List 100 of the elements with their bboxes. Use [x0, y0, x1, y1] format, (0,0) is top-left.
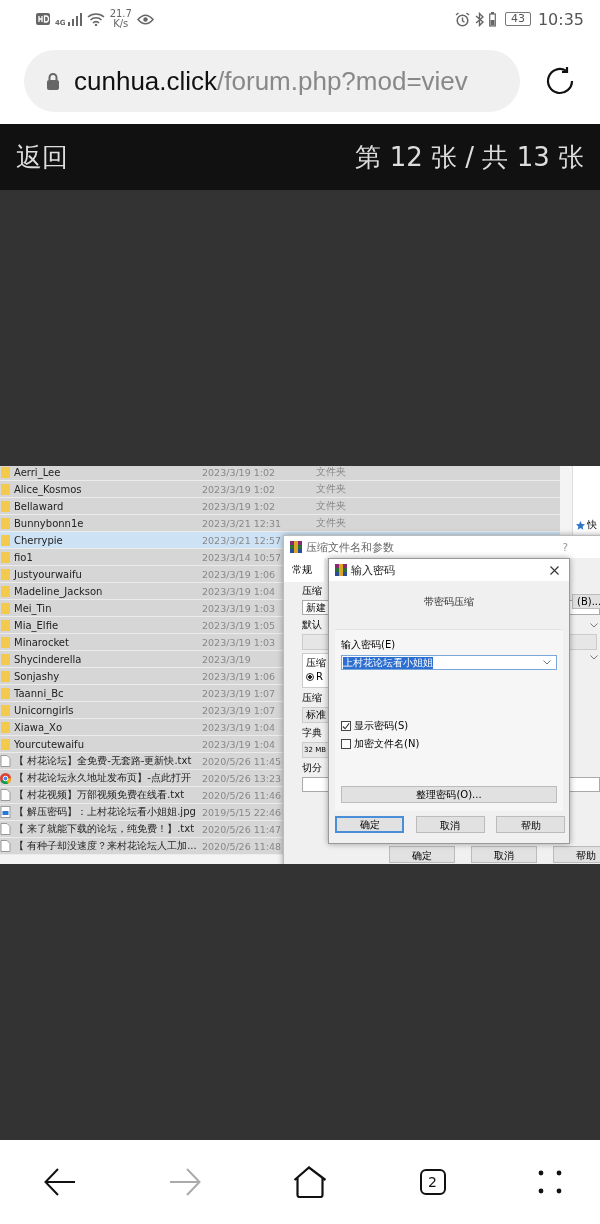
folder-icon: [0, 568, 11, 580]
file-type: 文件夹: [316, 482, 346, 496]
field-label: 切分: [302, 761, 322, 774]
image-counter: 第 12 张 / 共 13 张: [355, 140, 584, 174]
file-row[interactable]: Alice_Kosmos 2023/3/19 1:02 文件夹: [0, 481, 560, 498]
field-label: 压缩: [302, 584, 322, 597]
folder-icon: [0, 704, 11, 716]
field-label: 默认: [302, 618, 322, 631]
chevron-icon: [590, 655, 598, 660]
file-name: Madeline_Jackson: [13, 585, 104, 597]
file-name: Mia_Elfie: [13, 619, 60, 631]
file-type: 文件夹: [316, 499, 346, 513]
address-bar[interactable]: cunhua.click/forum.php?mod=viev: [24, 50, 520, 112]
file-name: 【 村花视频】万部视频免费在线看.txt: [13, 788, 186, 802]
document-icon: [0, 755, 11, 767]
file-name: Shycinderella: [13, 653, 83, 665]
file-name: 【 村花论坛永久地址发布页】-点此打开: [13, 771, 192, 785]
wifi-icon: [86, 12, 105, 26]
field-label: 压缩: [302, 691, 322, 704]
folder-icon: [0, 602, 11, 614]
folder-icon: [0, 738, 11, 750]
checkbox[interactable]: [341, 739, 351, 749]
file-name: Aerri_Lee: [13, 466, 62, 478]
hd-icon: [36, 13, 50, 25]
file-date: 2023/3/19: [202, 653, 251, 665]
file-date: 2023/3/19 1:04: [202, 585, 276, 597]
folder-icon: [0, 517, 11, 529]
file-type: 文件夹: [316, 516, 346, 530]
star-icon: [576, 521, 585, 530]
file-row[interactable]: Bunnybonn1e 2023/3/21 12:31 文件夹: [0, 515, 560, 532]
file-date: 2023/3/19 1:02: [202, 483, 276, 495]
file-name: 【 解压密码】：上村花论坛看小姐姐.jpg: [13, 805, 197, 819]
group-label: 压缩: [306, 657, 326, 668]
file-name: Minarocket: [13, 636, 70, 648]
close-icon[interactable]: [550, 565, 559, 575]
back-link[interactable]: 返回: [16, 139, 68, 175]
document-icon: [0, 840, 11, 852]
file-name: Bellaward: [13, 500, 65, 512]
file-date: 2023/3/19 1:05: [202, 619, 276, 631]
folder-icon: [0, 653, 11, 665]
file-name: Unicorngirls: [13, 704, 75, 716]
alarm-icon: [454, 11, 470, 27]
file-type: 文件夹: [316, 466, 346, 479]
browse-button[interactable]: (B)...: [572, 594, 600, 609]
folder-icon: [0, 500, 11, 512]
menu-icon[interactable]: [538, 1170, 562, 1194]
file-name: Cherrypie: [13, 534, 64, 546]
file-date: 2023/3/19 1:06: [202, 568, 276, 580]
checkbox-label: 加密文件名(N): [354, 737, 420, 751]
browser-icon: [0, 772, 11, 784]
file-row[interactable]: Aerri_Lee 2023/3/19 1:02 文件夹: [0, 466, 560, 481]
dialog-button[interactable]: 确定: [389, 846, 455, 863]
file-name: 【 村花论坛】全免费-无套路-更新快.txt: [13, 754, 193, 768]
dialog-button[interactable]: 帮助: [553, 846, 600, 863]
file-name: Justyourwaifu: [13, 568, 83, 580]
dialog-button[interactable]: 取消: [415, 816, 485, 833]
checkbox[interactable]: [341, 721, 351, 731]
checkbox-label: 显示密码(S): [354, 719, 409, 733]
format-radio[interactable]: [306, 672, 314, 681]
folder-icon: [0, 534, 11, 546]
signal-icon: [67, 12, 82, 26]
dialog-button[interactable]: 取消: [471, 846, 537, 863]
file-name: Xiawa_Xo: [13, 721, 64, 733]
back-icon[interactable]: [44, 1167, 76, 1197]
file-row[interactable]: Bellaward 2023/3/19 1:02 文件夹: [0, 498, 560, 515]
file-name: 【 有种子却没速度？来村花论坛人工加...: [13, 839, 198, 853]
file-date: 2020/5/26 11:48: [202, 840, 282, 852]
clock-time: 10:35: [537, 9, 584, 29]
file-name: Taanni_Bc: [13, 687, 65, 699]
file-name: 【 来了就能下载的论坛，纯免费！】.txt: [13, 822, 196, 836]
file-date: 2023/3/19 1:07: [202, 687, 276, 699]
organize-passwords-button[interactable]: 整理密码(O)...: [341, 786, 557, 803]
file-name: Sonjashy: [13, 670, 61, 682]
file-date: 2023/3/19 1:03: [202, 636, 276, 648]
password-field[interactable]: 上村花论坛看小姐姐: [341, 655, 557, 670]
folder-icon: [0, 670, 11, 682]
chevron-icon: [590, 623, 598, 628]
home-icon[interactable]: [293, 1166, 327, 1198]
file-date: 2023/3/19 1:07: [202, 704, 276, 716]
dialog-button[interactable]: 帮助: [496, 816, 565, 833]
file-date: 2020/5/26 11:46: [202, 789, 282, 801]
file-name: Yourcutewaifu: [13, 738, 85, 750]
side-panel-label[interactable]: 快: [587, 520, 597, 530]
chevron-icon: [543, 660, 551, 665]
file-date: 2023/3/19 1:04: [202, 738, 276, 750]
general-tab[interactable]: 常规: [284, 558, 324, 582]
field-label: 字典: [302, 726, 322, 739]
document-icon: [0, 823, 11, 835]
reload-icon[interactable]: [544, 65, 576, 97]
file-date: 2023/3/19 1:04: [202, 721, 276, 733]
folder-icon: [0, 636, 11, 648]
eye-icon: [136, 13, 154, 25]
folder-icon: [0, 551, 11, 563]
file-name: fio1: [13, 551, 34, 563]
folder-icon: [0, 687, 11, 699]
dialog-button[interactable]: 确定: [335, 816, 404, 833]
archive-app-icon: [290, 541, 302, 553]
tabs-button[interactable]: 2: [419, 1169, 446, 1195]
file-date: 2023/3/19 1:06: [202, 670, 276, 682]
field-label: 输入密码(E): [341, 638, 396, 652]
